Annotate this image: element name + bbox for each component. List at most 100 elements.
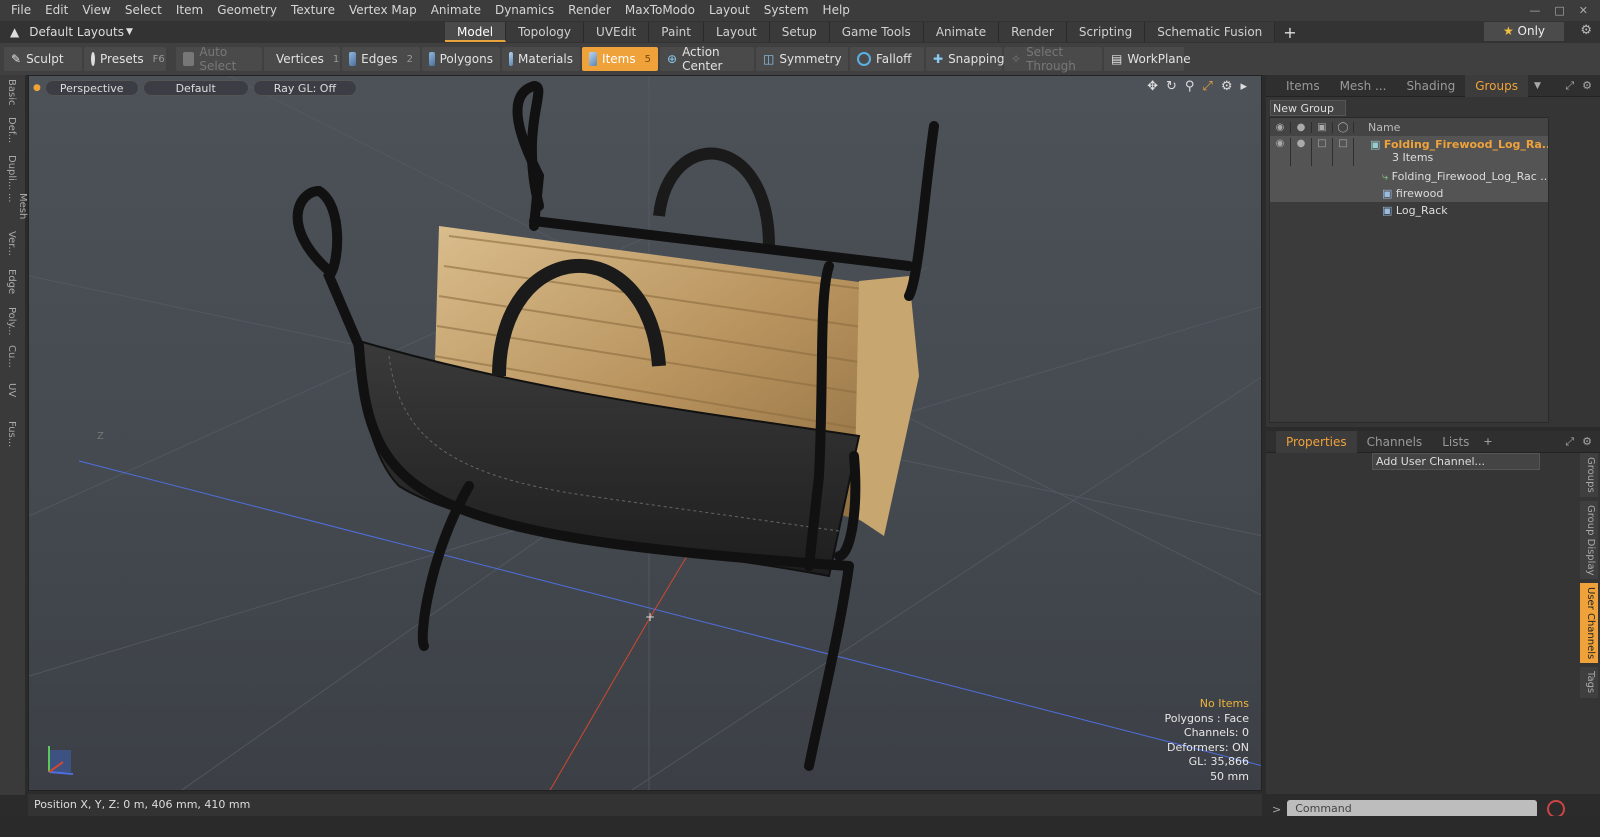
menu-geometry[interactable]: Geometry	[210, 0, 284, 21]
falloff-button[interactable]: Falloff	[850, 47, 924, 71]
menu-layout[interactable]: Layout	[702, 0, 757, 21]
menu-vertex-map[interactable]: Vertex Map	[342, 0, 424, 21]
left-tab-vertex[interactable]: Ver...	[6, 227, 17, 265]
panel-gear-icon[interactable]: ⚙	[1582, 435, 1592, 448]
panel-menu-icon[interactable]: ▼	[1534, 81, 1541, 91]
gear-icon[interactable]: ⚙	[1580, 23, 1592, 38]
materials-button[interactable]: Materials	[502, 47, 580, 71]
action-center-button[interactable]: ⊕ Action Center	[660, 45, 754, 73]
tab-setup[interactable]: Setup	[769, 22, 830, 42]
tree-row-item[interactable]: ▣ firewood	[1270, 185, 1548, 202]
tab-game-tools[interactable]: Game Tools	[829, 22, 924, 42]
left-tab-polygon[interactable]: Poly...	[6, 303, 17, 341]
tab-shading[interactable]: Shading	[1396, 75, 1465, 97]
lock-icon[interactable]: ●	[1291, 121, 1312, 133]
menu-system[interactable]: System	[757, 0, 816, 21]
tab-groups[interactable]: Groups	[1465, 74, 1528, 97]
workplane-button[interactable]: ▤ WorkPlane	[1104, 47, 1191, 71]
menu-item[interactable]: Item	[169, 0, 210, 21]
eye-icon[interactable]: ◉	[1270, 121, 1291, 133]
3d-viewport[interactable]: ● Perspective Default Ray GL: Off ✥ ↻ ⚲ …	[28, 75, 1262, 791]
sculpt-button[interactable]: ✎ Sculpt	[4, 47, 82, 71]
side-tab-groups[interactable]: Groups	[1580, 453, 1598, 497]
add-tab-icon[interactable]: +	[1283, 23, 1296, 42]
collapse-icon[interactable]: ▲	[10, 25, 19, 39]
tab-topology[interactable]: Topology	[506, 22, 585, 42]
tree-row-item[interactable]: ▣ Log_Rack	[1270, 202, 1548, 219]
tree-row-item[interactable]: ⤷ Folding_Firewood_Log_Rac ...	[1270, 168, 1548, 185]
vertices-button[interactable]: Vertices 1	[264, 47, 340, 71]
tab-layout[interactable]: Layout	[703, 22, 770, 42]
panel-gear-icon[interactable]: ⚙	[1582, 79, 1592, 92]
menu-animate[interactable]: Animate	[424, 0, 488, 21]
menu-view[interactable]: View	[75, 0, 117, 21]
edges-button[interactable]: Edges 2	[342, 47, 420, 71]
side-tab-group-display[interactable]: Group Display	[1580, 500, 1598, 580]
layouts-dropdown[interactable]: Default Layouts	[29, 25, 124, 39]
render-icon[interactable]: ▣	[1312, 121, 1333, 133]
tree-row-group[interactable]: ◉ ● □ □ ▣ Folding_Firewood_Log_Ra... 3 Item…	[1270, 136, 1548, 168]
symmetry-button[interactable]: ◫ Symmetry	[756, 47, 848, 71]
render-toggle[interactable]: □	[1312, 138, 1333, 166]
tab-mesh[interactable]: Mesh ...	[1330, 75, 1397, 97]
raygl-dropdown[interactable]: Ray GL: Off	[252, 80, 358, 96]
presets-button[interactable]: Presets F6	[84, 47, 166, 71]
left-tab-edge[interactable]: Edge	[6, 265, 17, 303]
lock-toggle[interactable]: ●	[1291, 138, 1312, 166]
left-tab-uv[interactable]: UV	[6, 379, 17, 417]
close-icon[interactable]: ✕	[1579, 4, 1588, 17]
polygons-button[interactable]: Polygons	[422, 47, 500, 71]
tab-model[interactable]: Model	[445, 22, 507, 42]
left-tab-basic[interactable]: Basic	[6, 75, 17, 113]
menu-render[interactable]: Render	[561, 0, 618, 21]
left-tab-duplicate[interactable]: Dupli...	[6, 151, 17, 189]
pan-icon[interactable]: ✥	[1147, 79, 1158, 94]
maximize-icon[interactable]: □	[1554, 4, 1564, 17]
select-icon[interactable]: ◯	[1333, 121, 1354, 133]
eye-toggle[interactable]: ◉	[1270, 138, 1291, 166]
zoom-icon[interactable]: ⚲	[1185, 79, 1195, 94]
left-tab-deform[interactable]: Def...	[6, 113, 17, 151]
expand-icon[interactable]: ▸	[1240, 79, 1247, 94]
tab-uvedit[interactable]: UVEdit	[584, 22, 650, 42]
left-tab-curve[interactable]: Cu...	[6, 341, 17, 379]
side-tab-user-channels[interactable]: User Channels	[1580, 583, 1598, 664]
menu-maxtomodo[interactable]: MaxToModo	[618, 0, 702, 21]
fit-icon[interactable]: ⤢	[1202, 79, 1212, 94]
menu-file[interactable]: File	[4, 0, 38, 21]
select-through-button[interactable]: ✧ Select Through	[1004, 45, 1102, 73]
tab-render[interactable]: Render	[999, 22, 1067, 42]
tab-channels[interactable]: Channels	[1357, 431, 1433, 453]
layout-selector[interactable]: ▲ Default Layouts ▼	[0, 25, 445, 39]
viewport-gear-icon[interactable]: ⚙	[1221, 79, 1233, 94]
panel-expand-icon[interactable]: ⤢	[1565, 435, 1574, 449]
side-tab-tags[interactable]: Tags	[1580, 667, 1598, 698]
left-tab-mesh[interactable]: Mesh ...	[6, 189, 28, 227]
new-group-button[interactable]: New Group	[1270, 100, 1346, 116]
items-button[interactable]: Items 5	[582, 47, 658, 71]
left-tab-fusion[interactable]: Fus...	[6, 417, 17, 455]
add-tab-icon[interactable]: +	[1483, 435, 1492, 448]
auto-select-button[interactable]: Auto Select	[176, 45, 262, 73]
select-toggle[interactable]: □	[1333, 138, 1354, 166]
shading-dropdown[interactable]: Default	[142, 80, 249, 96]
menu-dynamics[interactable]: Dynamics	[488, 0, 561, 21]
viewport-menu-icon[interactable]: ●	[33, 80, 41, 96]
tab-lists[interactable]: Lists	[1432, 431, 1479, 453]
tab-items[interactable]: Items	[1276, 75, 1330, 97]
menu-help[interactable]: Help	[816, 0, 857, 21]
tab-properties[interactable]: Properties	[1276, 430, 1357, 453]
name-column-header[interactable]: Name	[1354, 121, 1400, 134]
snapping-button[interactable]: ✚ Snapping	[926, 47, 1004, 71]
view-type-dropdown[interactable]: Perspective	[44, 80, 139, 96]
add-user-channel-button[interactable]: Add User Channel...	[1372, 453, 1540, 470]
tab-scripting[interactable]: Scripting	[1066, 22, 1146, 42]
only-toggle[interactable]: ★ Only	[1484, 22, 1564, 41]
menu-select[interactable]: Select	[118, 0, 169, 21]
rotate-icon[interactable]: ↻	[1166, 79, 1177, 94]
menu-edit[interactable]: Edit	[38, 0, 75, 21]
tab-paint[interactable]: Paint	[649, 22, 704, 42]
tab-animate[interactable]: Animate	[923, 22, 1000, 42]
minimize-icon[interactable]: —	[1529, 4, 1540, 17]
menu-texture[interactable]: Texture	[284, 0, 342, 21]
